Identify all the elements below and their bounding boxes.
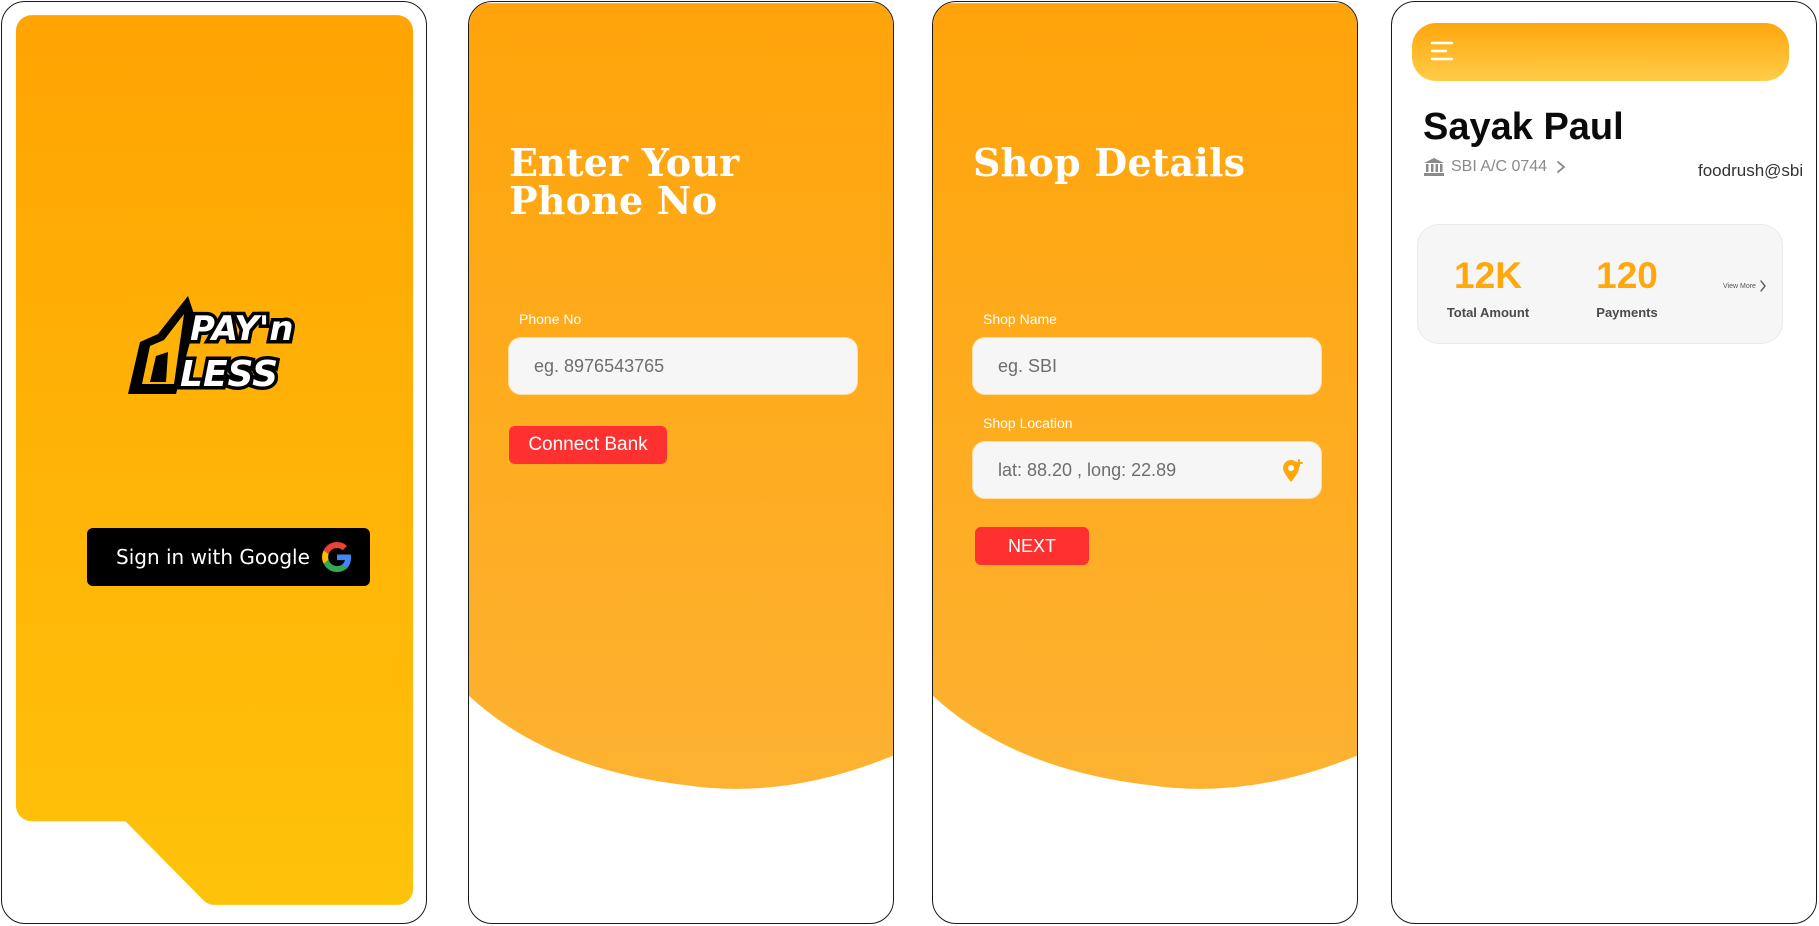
shop-location-input[interactable]: lat: 88.20 , long: 22.89 <box>973 442 1321 498</box>
google-g-icon <box>322 542 352 572</box>
payments-label: Payments <box>1596 305 1658 320</box>
shop-location-label: Shop Location <box>983 415 1073 431</box>
hamburger-menu-icon[interactable] <box>1430 40 1454 62</box>
title-line-2: Phone No <box>509 178 718 223</box>
connect-bank-button[interactable]: Connect Bank <box>509 426 667 464</box>
phone-number-placeholder: eg. 8976543765 <box>534 355 665 376</box>
phone-number-input[interactable]: eg. 8976543765 <box>509 338 857 394</box>
phone-screen: Enter Your Phone No Phone No eg. 8976543… <box>468 1 894 924</box>
chevron-right-icon <box>1760 280 1766 292</box>
shop-name-placeholder: eg. SBI <box>998 355 1058 376</box>
next-button[interactable]: NEXT <box>975 527 1089 565</box>
shop-details-title: Shop Details <box>973 140 1246 185</box>
login-screen: PAY'n LESS Sign in with Google <box>1 1 427 924</box>
top-app-bar <box>1412 23 1789 81</box>
view-more-label: View More <box>1723 282 1756 290</box>
svg-text:LESS: LESS <box>180 354 278 395</box>
chevron-right-icon <box>1557 161 1566 173</box>
bank-icon <box>1424 158 1444 176</box>
shop-details-screen: Shop Details Shop Name eg. SBI Shop Loca… <box>932 1 1358 924</box>
stats-card: 12K Total Amount 120 Payments View More <box>1417 224 1783 344</box>
shop-location-value: lat: 88.20 , long: 22.89 <box>998 459 1177 480</box>
bank-account-text: SBI A/C 0744 <box>1451 158 1548 175</box>
dashboard-screen: Sayak Paul SBI A/C 0744 foodrush@sbi 12K… <box>1391 1 1817 924</box>
view-more-link[interactable]: View More <box>1723 280 1767 292</box>
bank-account-link[interactable]: SBI A/C 0744 <box>1423 157 1567 177</box>
map-pin-plus-icon[interactable] <box>1281 458 1305 484</box>
login-background <box>15 15 414 905</box>
phone-number-label: Phone No <box>519 311 582 327</box>
sign-in-google-label: Sign in with Google <box>116 545 310 569</box>
shop-name-label: Shop Name <box>983 311 1057 327</box>
total-amount-label: Total Amount <box>1446 305 1530 320</box>
user-name: Sayak Paul <box>1423 106 1624 148</box>
sign-in-google-button[interactable]: Sign in with Google <box>87 528 370 586</box>
upi-id: foodrush@sbi <box>1698 161 1804 180</box>
total-amount-value: 12K <box>1454 255 1522 296</box>
shop-name-input[interactable]: eg. SBI <box>973 338 1321 394</box>
phone-screen-title: Enter Your Phone No <box>509 144 739 220</box>
payments-value: 120 <box>1596 255 1658 296</box>
payless-logo: PAY'n LESS <box>128 296 296 398</box>
svg-text:PAY'n: PAY'n <box>190 309 293 349</box>
